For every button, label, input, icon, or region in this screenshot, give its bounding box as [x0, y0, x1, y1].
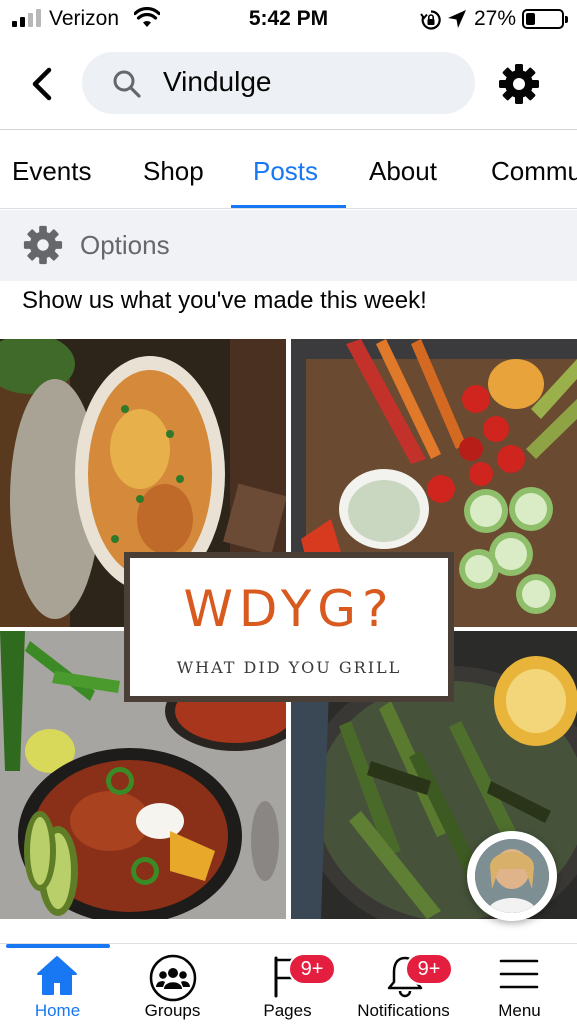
chevron-left-icon: [32, 67, 52, 101]
banner-subtitle: WHAT DID YOU GRILL: [176, 658, 402, 677]
options-label: Options: [80, 230, 170, 260]
tab-community[interactable]: Commu: [491, 156, 577, 187]
search-icon: [113, 70, 141, 98]
location-arrow-icon: [447, 9, 467, 34]
nav-home-label: Home: [34, 1001, 81, 1020]
back-button[interactable]: [22, 62, 62, 106]
gear-icon: [499, 64, 539, 104]
home-icon: [37, 956, 77, 995]
groups-icon: [149, 954, 197, 1002]
tab-events[interactable]: Events: [12, 156, 92, 187]
orientation-lock-icon: [420, 9, 442, 36]
banner-title: WDYG?: [183, 580, 395, 638]
battery-percent: 27%: [474, 7, 517, 30]
nav-pages-label: Pages: [263, 1001, 312, 1020]
tab-shop[interactable]: Shop: [143, 156, 204, 187]
bottom-navigation: Home Groups 9+ Pages 9+ Notifications Me…: [0, 943, 577, 1024]
nav-notifications[interactable]: 9+ Notifications: [345, 944, 462, 1024]
active-tab-indicator: [231, 205, 346, 208]
nav-menu[interactable]: Menu: [462, 944, 577, 1024]
search-input[interactable]: Vindulge: [82, 52, 475, 114]
banner-card: WDYG? WHAT DID YOU GRILL: [130, 558, 448, 696]
status-bar: Verizon 5:42 PM 27%: [0, 0, 577, 38]
tab-posts[interactable]: Posts: [253, 156, 318, 187]
profile-avatar-button[interactable]: [467, 831, 557, 921]
pages-badge: 9+: [288, 953, 336, 985]
nav-notifications-label: Notifications: [357, 1001, 450, 1020]
notifications-badge: 9+: [405, 953, 453, 985]
search-query-text: Vindulge: [163, 66, 272, 97]
nav-pages[interactable]: 9+ Pages: [230, 944, 345, 1024]
avatar: [475, 839, 549, 913]
nav-groups[interactable]: Groups: [115, 944, 230, 1024]
battery-icon: [522, 9, 568, 29]
nav-home[interactable]: Home: [0, 944, 115, 1024]
nav-menu-label: Menu: [498, 1001, 541, 1020]
tab-about[interactable]: About: [369, 156, 437, 187]
gear-icon: [23, 225, 63, 265]
wdyg-banner: WDYG? WHAT DID YOU GRILL: [124, 552, 454, 702]
options-button[interactable]: Options: [0, 210, 577, 281]
page-tabs: Events Shop Posts About Commu: [0, 131, 577, 209]
nav-groups-label: Groups: [144, 1001, 201, 1020]
search-header: Vindulge: [0, 38, 577, 130]
settings-button[interactable]: [497, 62, 541, 106]
post-text: Show us what you've made this week!: [22, 287, 427, 314]
hamburger-menu-icon: [499, 959, 539, 989]
